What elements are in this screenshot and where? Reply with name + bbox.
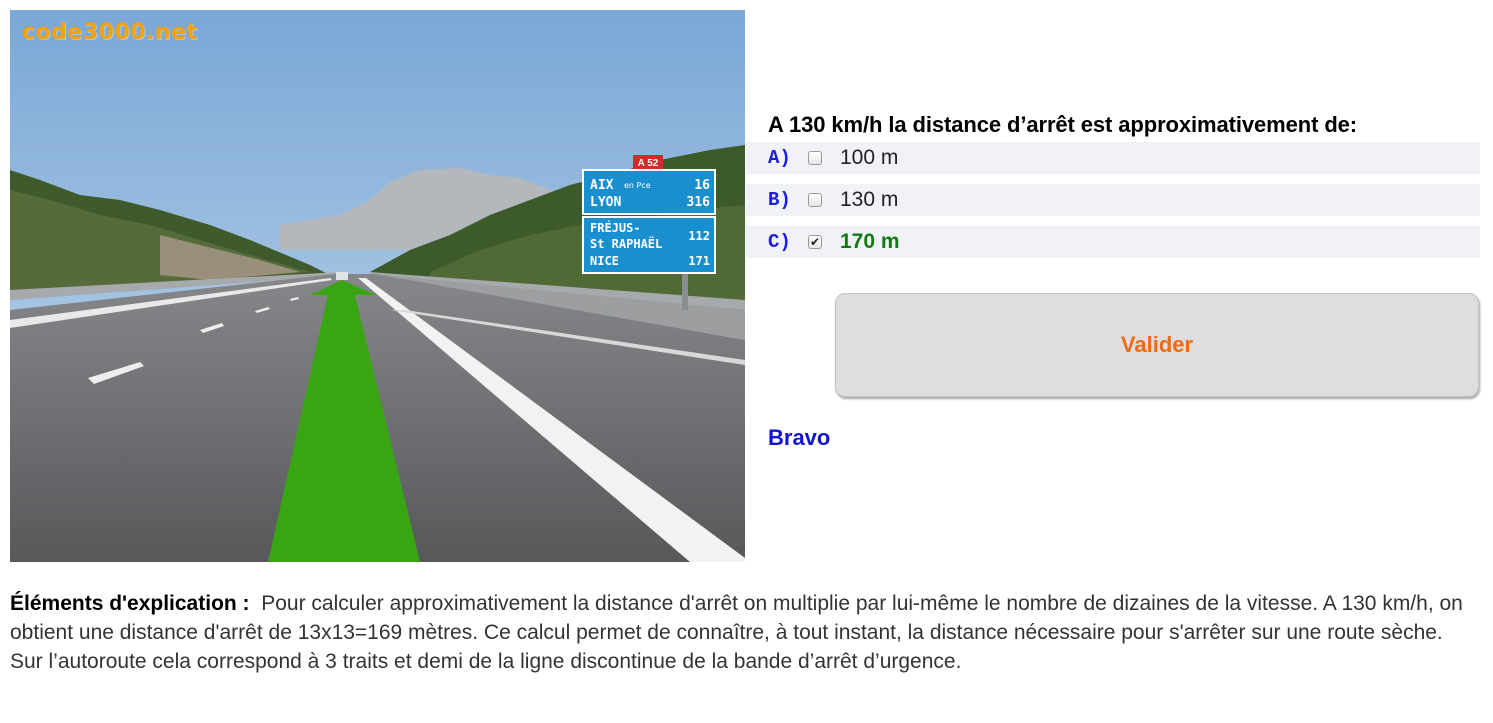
- option-letter: A): [768, 147, 791, 169]
- question-text: A 130 km/h la distance d’arrêt est appro…: [768, 112, 1358, 137]
- option-text: 100 m: [840, 146, 899, 169]
- sign-place: FRÉJUS-: [590, 220, 641, 235]
- answer-option-a[interactable]: A) 100 m: [746, 142, 1480, 174]
- explanation-block: Éléments d'explication : Pour calculer a…: [10, 589, 1480, 676]
- checkbox-icon[interactable]: [808, 151, 822, 165]
- option-text-correct: 170 m: [840, 230, 900, 253]
- sign-place: NICE: [590, 254, 619, 268]
- quiz-panel: A 130 km/h la distance d’arrêt est appro…: [746, 112, 1480, 268]
- road-illustration: A 52 AIX en Pce 16 LYON 316 FRÉJUS- St R…: [10, 10, 745, 562]
- sign-place-suffix: en Pce: [624, 181, 651, 190]
- option-letter: B): [768, 189, 791, 211]
- motorway-scene: A 52 AIX en Pce 16 LYON 316 FRÉJUS- St R…: [10, 10, 745, 562]
- sign-distance: 112: [688, 229, 710, 243]
- motorway-number: A 52: [638, 158, 659, 169]
- distant-car: [336, 272, 348, 280]
- sign-distance: 316: [687, 195, 711, 210]
- sign-place: St RAPHAËL: [590, 236, 662, 251]
- explanation-label: Éléments d'explication :: [10, 592, 250, 615]
- watermark-logo: code3000.net: [22, 20, 198, 45]
- validate-button[interactable]: Valider: [835, 293, 1479, 397]
- checkbox-checked-icon[interactable]: ✔: [808, 235, 822, 249]
- checkbox-icon[interactable]: [808, 193, 822, 207]
- sign-distance: 16: [694, 178, 710, 193]
- answer-option-c[interactable]: C) ✔ 170 m: [746, 226, 1480, 258]
- result-message: Bravo: [768, 425, 831, 450]
- sign-place: AIX: [590, 178, 614, 193]
- option-letter: C): [768, 231, 791, 253]
- sign-place: LYON: [590, 195, 621, 210]
- answer-option-b[interactable]: B) 130 m: [746, 184, 1480, 216]
- option-text: 130 m: [840, 188, 899, 211]
- sign-distance: 171: [688, 254, 710, 268]
